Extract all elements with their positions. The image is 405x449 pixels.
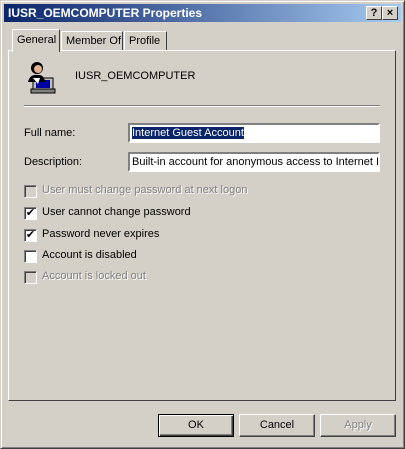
description-value: Built-in account for anonymous access to… [132,156,380,168]
window-title: IUSR_OEMCOMPUTER Properties [8,6,203,20]
cancel-button[interactable]: Cancel [239,414,315,437]
tab-profile[interactable]: Profile [124,31,167,50]
tab-member-of[interactable]: Member Of [61,31,123,50]
user-account-icon [28,62,56,94]
title-bar[interactable]: IUSR_OEMCOMPUTER Properties ? × [4,4,401,22]
checkbox-box [24,271,37,284]
ok-button[interactable]: OK [158,414,234,437]
close-button[interactable]: × [382,6,398,20]
checkbox-label: User must change password at next logon [42,184,248,196]
full-name-value: Internet Guest Account [132,127,244,139]
checkbox-box[interactable]: ✔ [24,229,37,242]
separator [24,105,380,107]
checkbox-label[interactable]: User cannot change password [42,206,191,218]
account-name: IUSR_OEMCOMPUTER [75,70,196,82]
description-label: Description: [24,156,83,168]
tab-panel-general [8,50,396,401]
help-button[interactable]: ? [366,6,382,20]
full-name-label: Full name: [24,127,76,139]
tab-general[interactable]: General [12,29,60,52]
description-field[interactable]: Built-in account for anonymous access to… [128,152,380,172]
checkbox-label[interactable]: Password never expires [42,228,159,240]
apply-button: Apply [320,414,396,437]
checkbox-label[interactable]: Account is disabled [42,249,137,261]
checkbox-box [24,185,37,198]
checkbox-box[interactable]: ✔ [24,207,37,220]
full-name-field[interactable]: Internet Guest Account [128,123,380,143]
checkbox-label: Account is locked out [42,270,146,282]
checkbox-box[interactable] [24,250,37,263]
